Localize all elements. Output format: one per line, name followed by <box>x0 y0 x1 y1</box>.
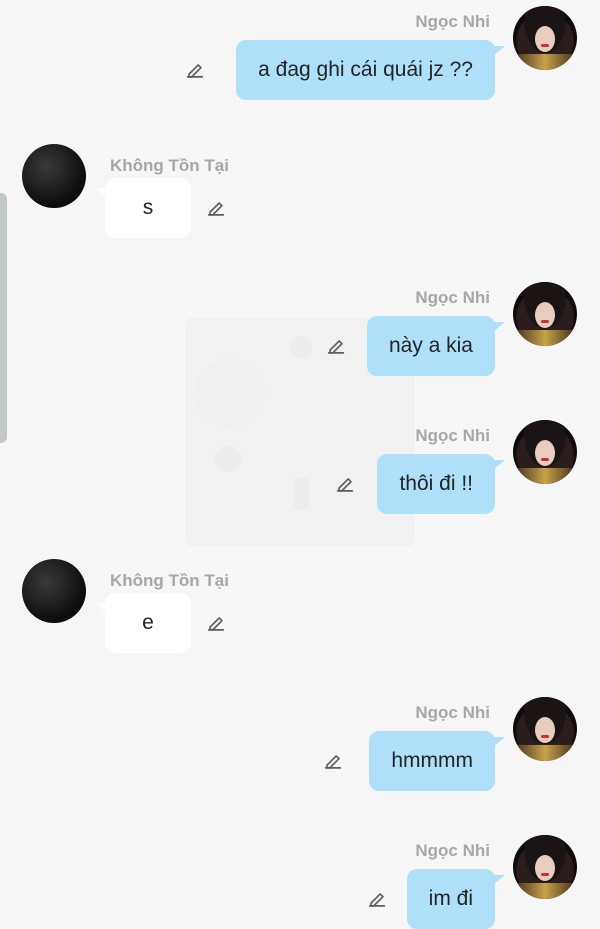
message-bubble[interactable]: thôi đi !! <box>377 454 505 514</box>
message-bubble[interactable]: này a kia <box>366 316 506 376</box>
pencil-icon[interactable] <box>205 612 227 634</box>
message-bubble[interactable]: im đi <box>406 869 506 929</box>
avatar[interactable] <box>513 6 577 70</box>
message-bubble[interactable]: a đag ghi cái quái jz ?? <box>236 40 505 100</box>
pencil-icon[interactable] <box>205 197 227 219</box>
pencil-icon[interactable] <box>322 750 344 772</box>
avatar[interactable] <box>22 144 86 208</box>
pencil-icon[interactable] <box>184 59 206 81</box>
pencil-icon[interactable] <box>366 888 388 910</box>
avatar[interactable] <box>513 282 577 346</box>
sender-name: Ngọc Nhi <box>415 12 490 31</box>
sender-name: Không Tồn Tại <box>110 156 229 175</box>
pencil-icon[interactable] <box>325 335 347 357</box>
message-bubble[interactable]: hmmmm <box>369 731 505 791</box>
sender-name: Ngọc Nhi <box>415 426 490 445</box>
avatar[interactable] <box>22 559 86 623</box>
sender-name: Ngọc Nhi <box>415 703 490 722</box>
message-bubble[interactable]: s <box>95 178 191 238</box>
sender-name: Ngọc Nhi <box>415 841 490 860</box>
avatar[interactable] <box>513 420 577 484</box>
avatar[interactable] <box>513 835 577 899</box>
scroll-handle[interactable] <box>0 193 7 443</box>
chat-thread: Ngọc Nhi a đag ghi cái quái jz ?? Không … <box>0 0 600 929</box>
sender-name: Không Tồn Tại <box>110 571 229 590</box>
sender-name: Ngọc Nhi <box>415 288 490 307</box>
pencil-icon[interactable] <box>334 473 356 495</box>
avatar[interactable] <box>513 697 577 761</box>
message-bubble[interactable]: e <box>95 593 191 653</box>
